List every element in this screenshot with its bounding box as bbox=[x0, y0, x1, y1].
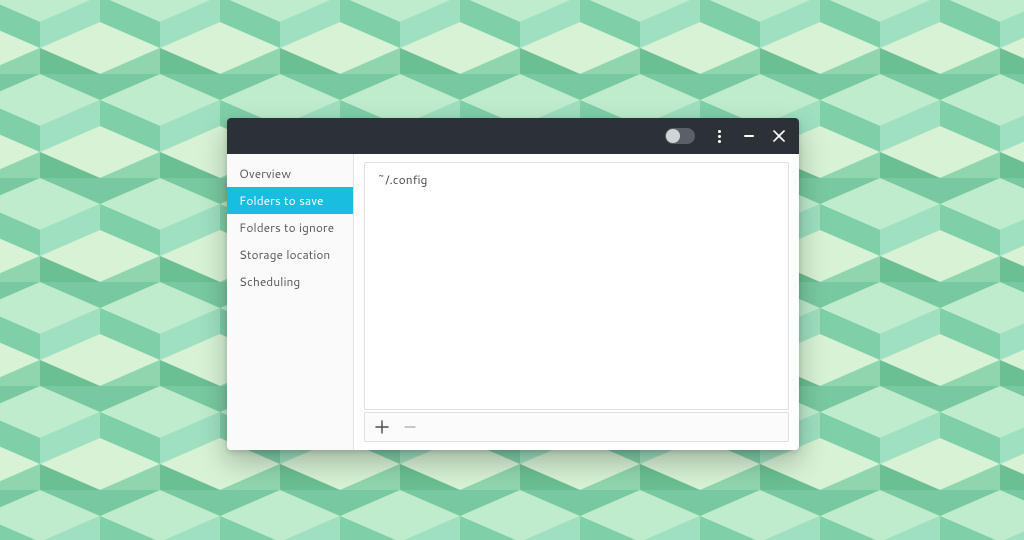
folders-to-save-list[interactable]: ~/.config bbox=[364, 162, 789, 410]
window-body: Overview Folders to save Folders to igno… bbox=[227, 154, 799, 450]
sidebar-item-folders-to-save[interactable]: Folders to save bbox=[227, 187, 353, 214]
list-item[interactable]: ~/.config bbox=[365, 163, 788, 196]
content-pane: ~/.config bbox=[354, 154, 799, 450]
close-icon bbox=[773, 130, 785, 142]
add-folder-button[interactable] bbox=[373, 418, 391, 436]
minus-icon bbox=[403, 420, 417, 434]
toggle-knob bbox=[666, 129, 680, 143]
sidebar-item-overview[interactable]: Overview bbox=[227, 160, 353, 187]
remove-folder-button[interactable] bbox=[401, 418, 419, 436]
backup-preferences-window: Overview Folders to save Folders to igno… bbox=[227, 118, 799, 450]
kebab-menu-icon bbox=[718, 130, 721, 143]
plus-icon bbox=[375, 420, 389, 434]
minimize-icon bbox=[744, 135, 754, 137]
minimize-button[interactable] bbox=[737, 124, 761, 148]
menu-button[interactable] bbox=[707, 124, 731, 148]
list-toolbar bbox=[364, 412, 789, 442]
sidebar-item-scheduling[interactable]: Scheduling bbox=[227, 268, 353, 295]
titlebar bbox=[227, 118, 799, 154]
sidebar-item-storage-location[interactable]: Storage location bbox=[227, 241, 353, 268]
sidebar: Overview Folders to save Folders to igno… bbox=[227, 154, 354, 450]
sidebar-item-folders-to-ignore[interactable]: Folders to ignore bbox=[227, 214, 353, 241]
close-button[interactable] bbox=[767, 124, 791, 148]
desktop: Overview Folders to save Folders to igno… bbox=[0, 0, 1024, 540]
auto-backup-toggle[interactable] bbox=[665, 128, 695, 144]
